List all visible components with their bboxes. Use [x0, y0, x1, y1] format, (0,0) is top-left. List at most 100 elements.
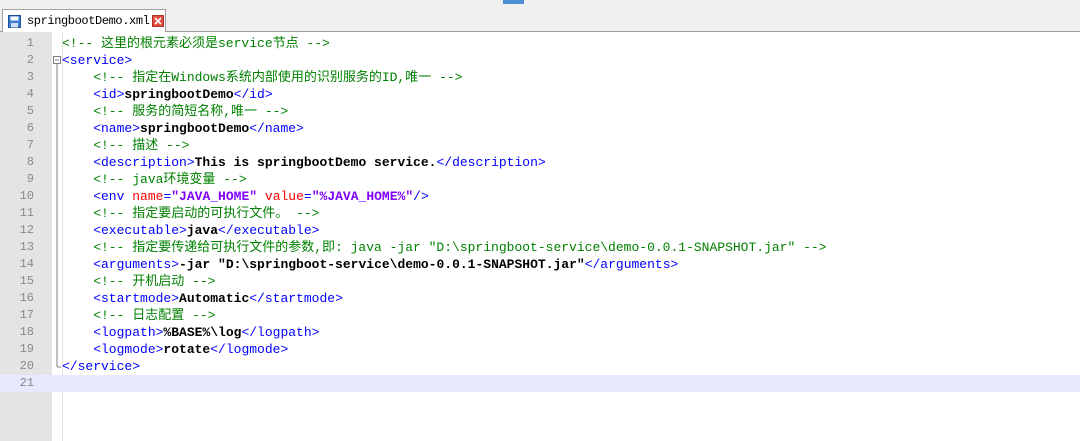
code-token-tag: </service> [62, 359, 141, 374]
code-token-txt: -jar "D:\springboot-service\demo-0.0.1-S… [179, 257, 585, 272]
line-number: 12 [19, 223, 34, 237]
line-number: 21 [19, 376, 34, 390]
fold-end-icon [56, 358, 61, 368]
code-token-tag: <executable> [62, 223, 187, 238]
line-number: 7 [26, 138, 34, 152]
fold-line-icon [56, 290, 58, 307]
code-line[interactable]: 13 <!-- 指定要传递给可执行文件的参数,即: java -jar "D:\… [0, 239, 1080, 256]
code-token-tag: </logpath> [241, 325, 320, 340]
tab-springbootdemo-xml[interactable]: springbootDemo.xml [2, 9, 166, 32]
code-line[interactable]: 4 <id>springbootDemo</id> [0, 86, 1080, 103]
code-token-cmt: <!-- 这里的根元素必须是service节点 --> [62, 36, 330, 51]
code-token-tag: <startmode> [62, 291, 180, 306]
code-text: <!-- 指定要传递给可执行文件的参数,即: java -jar "D:\spr… [62, 239, 826, 256]
code-editor[interactable]: 1 <!-- 这里的根元素必须是service节点 --> 2 <service> 3 … [0, 32, 1080, 441]
code-token-tag: = [303, 189, 312, 204]
code-line[interactable]: 17 <!-- 日志配置 --> [0, 307, 1080, 324]
line-number: 8 [26, 155, 34, 169]
code-line[interactable]: 7 <!-- 描述 --> [0, 137, 1080, 154]
code-token-cmt: <!-- 指定要启动的可执行文件。 --> [62, 206, 320, 221]
code-token-tag: </name> [249, 121, 304, 136]
code-text: <!-- 指定要启动的可执行文件。 --> [62, 205, 319, 222]
code-token-cmt: <!-- 描述 --> [62, 138, 190, 153]
fold-line-icon [56, 239, 58, 256]
line-number: 5 [26, 104, 34, 118]
code-token-tag: <id> [62, 87, 125, 102]
code-token-cmt: <!-- 日志配置 --> [62, 308, 216, 323]
code-line[interactable]: 9 <!-- java环境变量 --> [0, 171, 1080, 188]
fold-line-icon [56, 324, 58, 341]
line-number: 6 [26, 121, 34, 135]
line-number: 9 [26, 172, 34, 186]
code-line[interactable]: 3 <!-- 指定在Windows系统内部使用的识别服务的ID,唯一 --> [0, 69, 1080, 86]
code-token-attr: name [132, 189, 164, 204]
tab-filename: springbootDemo.xml [27, 14, 150, 28]
line-number: 14 [19, 257, 34, 271]
line-number: 10 [19, 189, 34, 203]
code-line[interactable]: 5 <!-- 服务的简短名称,唯一 --> [0, 103, 1080, 120]
code-token-tag: </startmode> [249, 291, 343, 306]
code-text: <!-- java环境变量 --> [62, 171, 246, 188]
fold-line-icon [56, 154, 58, 171]
code-token-cmt: <!-- 服务的简短名称,唯一 --> [62, 104, 289, 119]
code-token-txt: java [186, 223, 219, 238]
line-number: 16 [19, 291, 34, 305]
code-text: <id>springbootDemo</id> [62, 86, 272, 103]
fold-line-icon [56, 205, 58, 222]
line-number: 2 [26, 53, 34, 67]
fold-line-icon [56, 307, 58, 324]
code-line[interactable]: 1 <!-- 这里的根元素必须是service节点 --> [0, 35, 1080, 52]
code-text: <!-- 指定在Windows系统内部使用的识别服务的ID,唯一 --> [62, 69, 462, 86]
code-token-tag: /> [413, 189, 429, 204]
code-token-txt: %BASE%\log [163, 325, 242, 340]
code-line[interactable]: 19 <logmode>rotate</logmode> [0, 341, 1080, 358]
code-line[interactable]: 20 </service> [0, 358, 1080, 375]
code-line[interactable]: 10 <env name="JAVA_HOME" value="%JAVA_HO… [0, 188, 1080, 205]
code-token-tag: </logmode> [210, 342, 289, 357]
toolbar-button[interactable] [503, 0, 524, 4]
close-icon[interactable] [152, 15, 165, 27]
code-token-tag: <env [62, 189, 133, 204]
code-line[interactable]: 2 <service> [0, 52, 1080, 69]
code-token-cmt: <!-- 指定在Windows系统内部使用的识别服务的ID,唯一 --> [62, 70, 463, 85]
code-text: <!-- 描述 --> [62, 137, 189, 154]
line-number: 11 [19, 206, 34, 220]
code-token-tag: </executable> [218, 223, 320, 238]
code-line[interactable]: 6 <name>springbootDemo</name> [0, 120, 1080, 137]
code-text: <logmode>rotate</logmode> [62, 341, 288, 358]
code-token-tag: </description> [436, 155, 546, 170]
fold-line-icon [56, 341, 58, 358]
fold-line-icon [56, 188, 58, 205]
fold-line-icon [56, 256, 58, 273]
fold-line-icon [56, 273, 58, 290]
code-line[interactable]: 12 <executable>java</executable> [0, 222, 1080, 239]
code-line[interactable]: 18 <logpath>%BASE%\log</logpath> [0, 324, 1080, 341]
code-line[interactable]: 16 <startmode>Automatic</startmode> [0, 290, 1080, 307]
code-token-txt: springbootDemo [140, 121, 250, 136]
code-token-tag: <logmode> [62, 342, 164, 357]
code-line[interactable]: 8 <description>This is springbootDemo se… [0, 154, 1080, 171]
line-number: 13 [19, 240, 34, 254]
code-token-attr: value [264, 189, 304, 204]
line-number: 3 [26, 70, 34, 84]
code-token-tag: <description> [62, 155, 195, 170]
fold-collapse-icon[interactable] [52, 52, 62, 69]
notepad-plus-plus-window: springbootDemo.xml 1 <!-- 这里的根元素必须是servic… [0, 0, 1080, 441]
tab-bar: springbootDemo.xml [0, 6, 1080, 32]
fold-line-icon [56, 103, 58, 120]
code-token-tag: <service> [62, 53, 133, 68]
fold-line-icon [56, 69, 58, 86]
code-text: <env name="JAVA_HOME" value="%JAVA_HOME%… [62, 188, 429, 205]
line-number: 18 [19, 325, 34, 339]
code-line[interactable]: 15 <!-- 开机启动 --> [0, 273, 1080, 290]
code-token-txt: Automatic [179, 291, 250, 306]
code-token-tag [257, 189, 265, 204]
fold-line-icon [56, 137, 58, 154]
code-text: <arguments>-jar "D:\springboot-service\d… [62, 256, 678, 273]
code-line[interactable]: 11 <!-- 指定要启动的可执行文件。 --> [0, 205, 1080, 222]
code-token-txt: This is springbootDemo service. [194, 155, 437, 170]
code-line[interactable]: 14 <arguments>-jar "D:\springboot-servic… [0, 256, 1080, 273]
code-text: </service> [62, 358, 140, 375]
code-token-val: "JAVA_HOME" [171, 189, 258, 204]
code-line[interactable]: 21 [0, 375, 1080, 392]
